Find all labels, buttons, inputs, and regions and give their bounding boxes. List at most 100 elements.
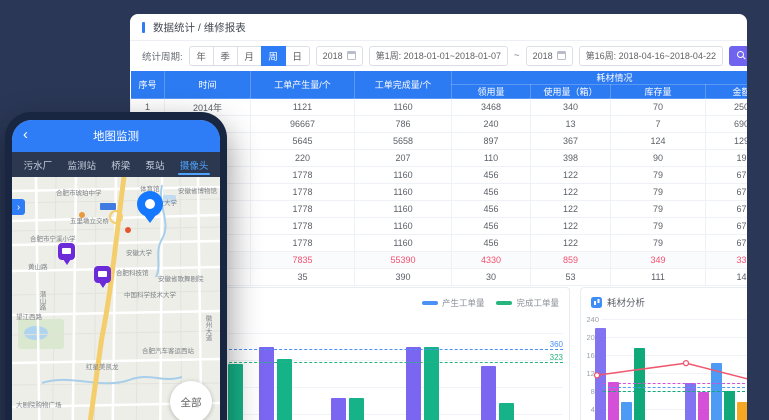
table-cell: 1160 xyxy=(355,201,452,218)
gridline xyxy=(229,333,563,334)
table-cell: 456 xyxy=(452,167,531,184)
bar-完成工单量 xyxy=(277,359,292,420)
table-cell: 1160 xyxy=(355,184,452,201)
map-label: 红星美凯龙 xyxy=(86,361,119,371)
table-cell: 67 xyxy=(706,167,748,184)
consumables-chart: 耗材分析 2402001601208040 xyxy=(580,287,747,420)
map-view[interactable]: › 合肥市琥珀中学体育馆安徽农业大学安徽省博物馆五里墩立交桥合肥市宁溪小学安徽大… xyxy=(12,177,220,420)
query-button[interactable]: 查询 xyxy=(729,46,747,66)
table-cell: 124 xyxy=(611,133,706,150)
tab-泵站[interactable]: 泵站 xyxy=(144,152,167,177)
col-header-completed: 工单完成量/个 xyxy=(355,71,452,99)
map-label: 合肥市宁溪小学 xyxy=(30,233,76,243)
table-cell: 122 xyxy=(531,201,611,218)
table-cell: 1160 xyxy=(355,167,452,184)
table-cell: 1778 xyxy=(251,235,355,252)
tab-污水厂[interactable]: 污水厂 xyxy=(22,152,55,177)
map-label: 望江西路 xyxy=(16,311,42,321)
breadcrumb-text: 数据统计 / 维修报表 xyxy=(153,20,246,35)
tab-摄像头[interactable]: 摄像头 xyxy=(178,152,211,177)
table-cell: 1160 xyxy=(355,99,452,116)
chart-title-text: 耗材分析 xyxy=(607,295,645,309)
map-label: 合肥汽车客运西站 xyxy=(142,345,194,355)
table-cell: 859 xyxy=(531,252,611,269)
col-header-group: 耗材情况 xyxy=(452,71,748,85)
table-cell: 70 xyxy=(611,99,706,116)
range-separator: ~ xyxy=(514,50,520,61)
table-cell: 55390 xyxy=(355,252,452,269)
segment-季[interactable]: 季 xyxy=(213,46,238,66)
col-subheader-0: 领用量 xyxy=(452,85,531,99)
table-cell: 35 xyxy=(251,269,355,286)
phone-tab-bar: 污水厂监测站桥梁泵站摄像头 xyxy=(12,152,220,177)
tab-桥梁[interactable]: 桥梁 xyxy=(109,152,132,177)
table-cell: 129 xyxy=(706,133,748,150)
col-header-time: 时间 xyxy=(165,71,251,99)
table-cell: 7835 xyxy=(251,252,355,269)
reference-line-label: 323 xyxy=(550,353,563,362)
map-label: 黄山路 xyxy=(28,261,48,271)
table-cell: 33 xyxy=(706,252,748,269)
tab-监测站[interactable]: 监测站 xyxy=(65,152,98,177)
table-cell: 250 xyxy=(706,99,748,116)
table-cell: 220 xyxy=(251,150,355,167)
table-cell: 3468 xyxy=(452,99,531,116)
table-cell: 5658 xyxy=(355,133,452,150)
table-cell: 122 xyxy=(531,235,611,252)
end-year-select[interactable]: 2018 xyxy=(526,46,573,66)
table-cell: 897 xyxy=(452,133,531,150)
table-cell: 1778 xyxy=(251,184,355,201)
start-range-input[interactable]: 第1周: 2018-01-01~2018-01-07 xyxy=(369,46,508,66)
map-label: 中国科学技术大学 xyxy=(124,289,176,299)
chart-icon xyxy=(591,297,602,308)
segment-月[interactable]: 月 xyxy=(237,46,262,66)
reference-line-label: 360 xyxy=(550,340,563,349)
table-cell: 110 xyxy=(452,150,531,167)
table-cell: 79 xyxy=(611,184,706,201)
table-cell: 111 xyxy=(611,269,706,286)
map-label: 五里墩立交桥 xyxy=(70,215,109,225)
legend-label: 产生工单量 xyxy=(442,297,485,309)
map-expander-button[interactable]: › xyxy=(12,199,25,215)
table-cell: 67 xyxy=(706,235,748,252)
map-label: 潜山路 xyxy=(36,291,46,311)
start-year-select[interactable]: 2018 xyxy=(316,46,363,66)
table-cell: 19 xyxy=(706,150,748,167)
camera-pin[interactable] xyxy=(94,266,111,283)
end-range-input[interactable]: 第16周: 2018-04-16~2018-04-22 xyxy=(579,46,723,66)
legend-label: 完成工单量 xyxy=(516,297,559,309)
map-label: 大剧院购物广场 xyxy=(16,399,62,409)
search-icon xyxy=(737,51,746,60)
table-cell: 79 xyxy=(611,218,706,235)
bar-产生工单量 xyxy=(481,366,496,420)
col-subheader-1: 使用量（箱） xyxy=(531,85,611,99)
table-cell: 79 xyxy=(611,201,706,218)
map-label: 合肥科技馆 xyxy=(116,267,149,277)
selected-location-pin[interactable] xyxy=(137,191,163,217)
phone-screen: ‹ 地图监测 污水厂监测站桥梁泵站摄像头 xyxy=(12,120,220,420)
table-cell: 1160 xyxy=(355,235,452,252)
map-label: 安徽省歌舞剧院 xyxy=(158,273,204,283)
reference-line: 323 xyxy=(229,362,563,363)
segment-年[interactable]: 年 xyxy=(189,46,214,66)
page-background: 数据统计 / 维修报表 统计周期: 年季月周日 2018 第1周: 2018-0… xyxy=(0,0,769,420)
show-all-button[interactable]: 全部 xyxy=(170,381,212,420)
start-year-value: 2018 xyxy=(323,51,343,61)
chart-legend: 产生工单量 完成工单量 xyxy=(422,297,559,309)
legend-dash-icon xyxy=(496,301,512,305)
back-icon[interactable]: ‹ xyxy=(23,127,28,142)
table-cell: 14 xyxy=(706,269,748,286)
table-cell: 67 xyxy=(706,218,748,235)
segment-日[interactable]: 日 xyxy=(285,46,310,66)
end-year-value: 2018 xyxy=(533,51,553,61)
table-cell: 1778 xyxy=(251,218,355,235)
phone-page-title: 地图监测 xyxy=(93,128,139,144)
segment-周[interactable]: 周 xyxy=(261,46,286,66)
camera-pin[interactable] xyxy=(58,243,75,260)
start-range-value: 第1周: 2018-01-01~2018-01-07 xyxy=(376,49,501,62)
table-cell: 398 xyxy=(531,150,611,167)
col-header-index: 序号 xyxy=(131,71,165,99)
consumables-chart-title: 耗材分析 xyxy=(591,295,645,309)
table-cell: 67 xyxy=(706,184,748,201)
table-cell: 207 xyxy=(355,150,452,167)
